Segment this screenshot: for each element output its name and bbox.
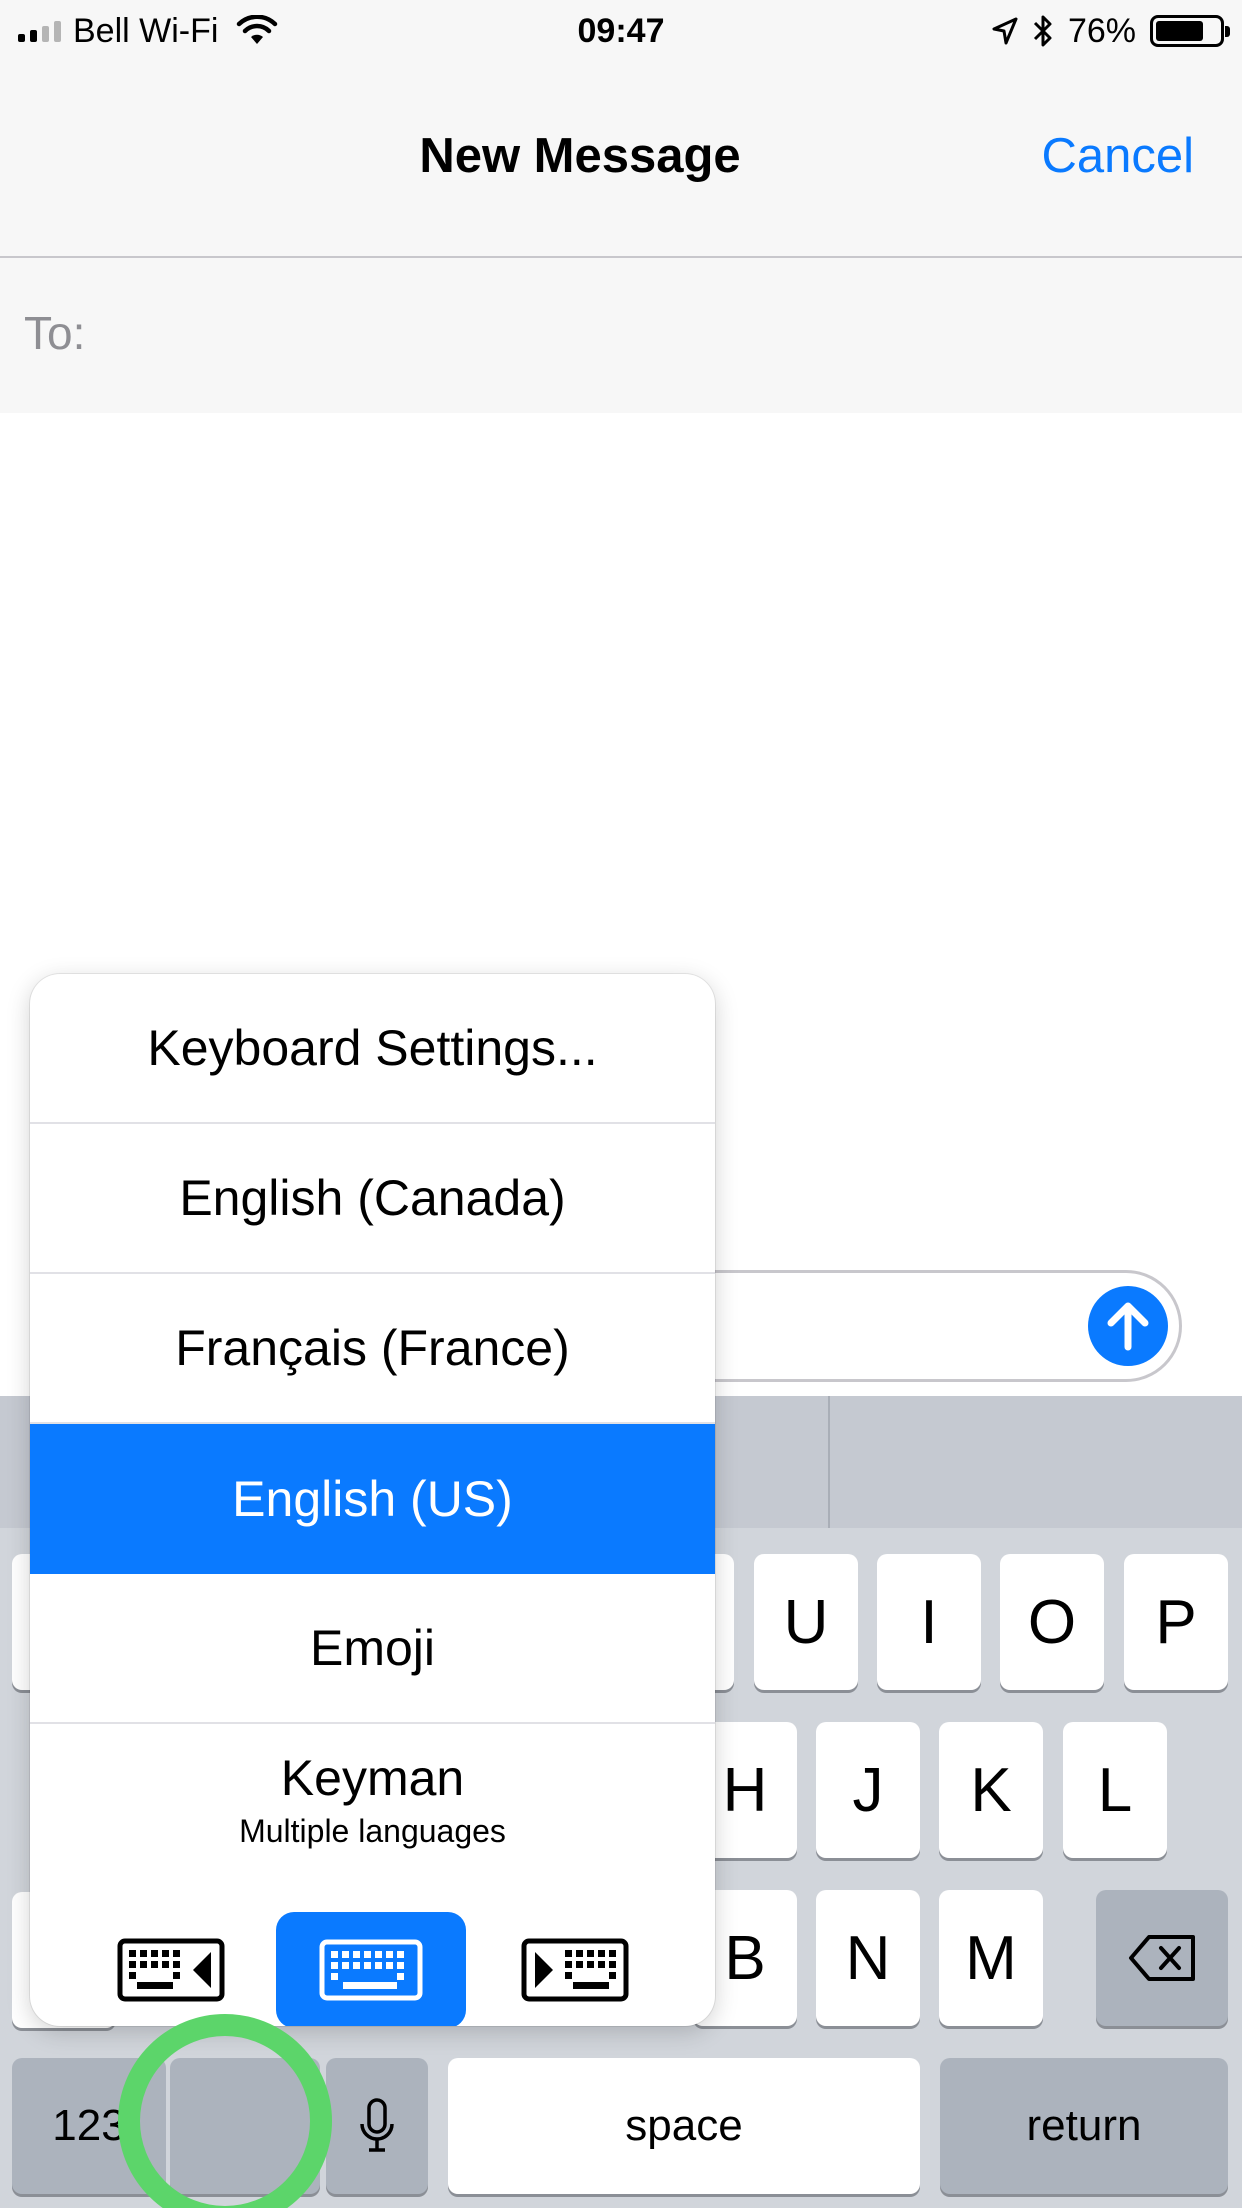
nav-bar: New Message Cancel [0,62,1242,258]
microphone-icon [360,2098,394,2152]
cancel-button[interactable]: Cancel [1041,128,1194,184]
key-o[interactable]: O [1000,1554,1104,1690]
keyboard-left-button[interactable] [76,1912,266,2026]
location-arrow-icon [992,17,1018,45]
status-right: 76% [992,10,1230,52]
key-l[interactable]: L [1063,1722,1167,1858]
battery-icon [1150,15,1230,47]
page-title: New Message [419,129,741,183]
keyboard-right-button[interactable] [480,1912,670,2026]
predictive-divider [828,1396,830,1528]
key-k[interactable]: K [939,1722,1043,1858]
delete-icon [1129,1935,1195,1981]
menu-item-label: Emoji [309,1620,436,1676]
menu-item-label: English (Canada) [179,1170,566,1226]
menu-item-sublabel: Multiple languages [239,1812,506,1849]
status-bar: Bell Wi-Fi 09:47 76% [0,0,1242,62]
dictation-key[interactable] [326,2058,428,2194]
menu-item-label: Keyman [280,1749,465,1806]
menu-item-emoji[interactable]: Emoji [30,1574,715,1724]
menu-item-english-canada[interactable]: English (Canada) [30,1124,715,1274]
menu-item-keyboard-settings[interactable]: Keyboard Settings... [30,974,715,1124]
keyboard-mode-row [30,1892,715,2026]
key-j[interactable]: J [816,1722,920,1858]
menu-item-label: Keyboard Settings... [147,1020,598,1076]
key-u[interactable]: U [754,1554,858,1690]
return-key[interactable]: return [940,2058,1228,2194]
battery-percent: 76% [1067,11,1136,50]
menu-item-francais-france[interactable]: Français (France) [30,1274,715,1424]
bluetooth-icon [1033,15,1052,47]
menu-item-english-us[interactable]: English (US) [30,1424,715,1574]
key-m[interactable]: M [939,1890,1043,2026]
keyboard-full-icon [319,1939,423,2001]
recipient-field[interactable]: To: [0,258,1242,413]
space-key[interactable]: space [448,2058,920,2194]
menu-item-keyman[interactable]: Keyman Multiple languages [30,1724,715,1874]
keyboard-left-icon [117,1938,225,2002]
arrow-up-icon [1107,1302,1149,1351]
keyboard-right-icon [521,1938,629,2002]
to-label: To: [24,307,86,359]
key-p[interactable]: P [1124,1554,1228,1690]
menu-item-label: Français (France) [175,1320,570,1376]
key-n[interactable]: N [816,1890,920,2026]
backspace-key[interactable] [1096,1890,1228,2026]
keyboard-switcher-menu: Keyboard Settings... English (Canada) Fr… [30,974,715,2026]
key-i[interactable]: I [877,1554,981,1690]
send-button[interactable] [1088,1286,1168,1366]
menu-item-label: English (US) [232,1471,513,1527]
keyboard-full-button[interactable] [276,1912,466,2026]
